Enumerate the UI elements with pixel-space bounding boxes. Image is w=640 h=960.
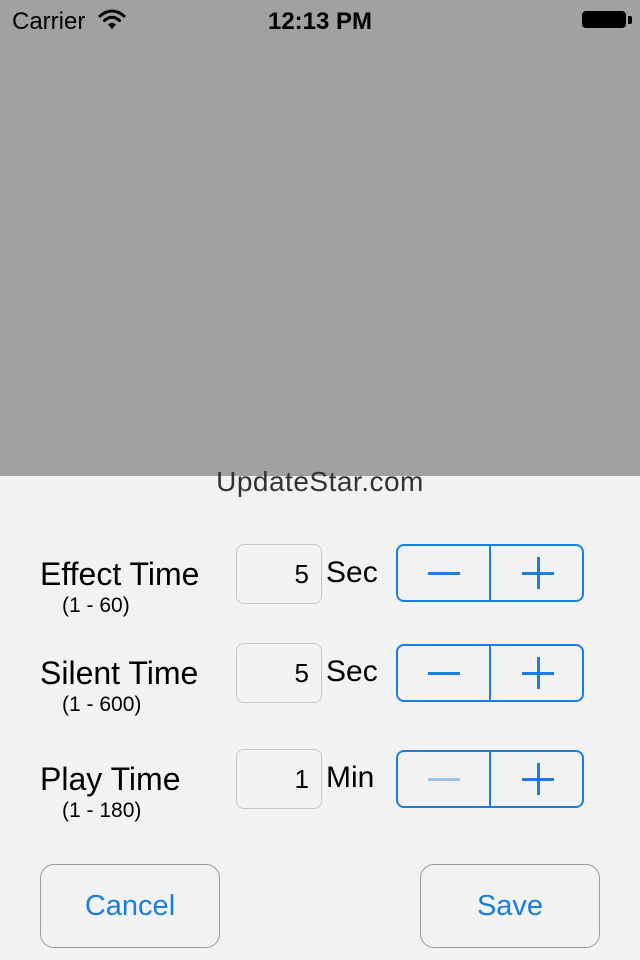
play-time-decrement-button[interactable] — [398, 752, 489, 806]
effect-time-row: Effect Time (1 - 60) 5 Sec — [0, 544, 640, 634]
plus-icon-vertical — [536, 657, 540, 689]
effect-time-unit: Sec — [326, 556, 378, 589]
silent-time-row: Silent Time (1 - 600) 5 Sec — [0, 643, 640, 733]
effect-time-stepper — [396, 544, 584, 602]
play-time-field[interactable]: 1 — [236, 749, 322, 809]
save-button[interactable]: Save — [420, 864, 600, 948]
dimmed-background — [0, 0, 640, 476]
play-time-stepper — [396, 750, 584, 808]
effect-time-decrement-button[interactable] — [398, 546, 489, 600]
status-bar: Carrier 12:13 PM — [0, 0, 640, 40]
play-time-label: Play Time — [40, 761, 181, 797]
silent-time-unit: Sec — [326, 655, 378, 688]
play-time-unit: Min — [326, 761, 375, 794]
minus-icon — [428, 672, 460, 675]
silent-time-label: Silent Time — [40, 655, 199, 691]
silent-time-increment-button[interactable] — [489, 646, 582, 700]
silent-time-stepper — [396, 644, 584, 702]
clock: 12:13 PM — [267, 8, 373, 35]
watermark: UpdateStar.com — [216, 466, 424, 497]
effect-time-field[interactable]: 5 — [236, 544, 322, 604]
battery-icon — [582, 11, 626, 28]
minus-icon — [428, 572, 460, 575]
play-time-range: (1 - 180) — [62, 799, 142, 822]
play-time-increment-button[interactable] — [489, 752, 582, 806]
minus-icon — [428, 778, 460, 781]
plus-icon-vertical — [536, 557, 540, 589]
effect-time-increment-button[interactable] — [489, 546, 582, 600]
silent-time-decrement-button[interactable] — [398, 646, 489, 700]
battery-tip — [628, 16, 632, 24]
effect-time-label: Effect Time — [40, 556, 200, 592]
plus-icon-vertical — [536, 763, 540, 795]
effect-time-range: (1 - 60) — [62, 594, 130, 617]
silent-time-field[interactable]: 5 — [236, 643, 322, 703]
silent-time-range: (1 - 600) — [62, 693, 142, 716]
play-time-row: Play Time (1 - 180) 1 Min — [0, 749, 640, 839]
cancel-button[interactable]: Cancel — [40, 864, 220, 948]
